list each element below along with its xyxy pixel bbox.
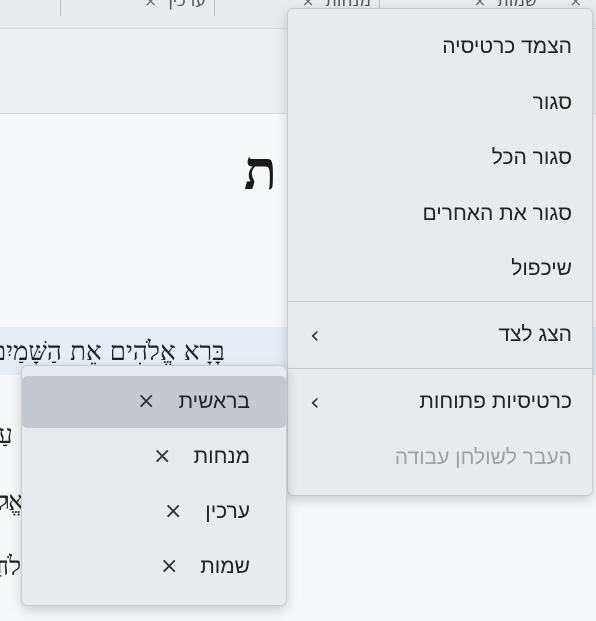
open-tab-label: מנחות (193, 445, 250, 468)
menu-separator (288, 301, 592, 302)
verse-line: עַ (0, 420, 13, 450)
menu-item-label: הצמד כרטיסיה (442, 35, 572, 58)
menu-item-close-others[interactable]: סגור את האחרים (288, 189, 592, 239)
close-icon[interactable]: × (153, 431, 171, 483)
menu-item-close-all[interactable]: סגור הכל (288, 133, 592, 183)
page-title: ת (244, 138, 277, 202)
menu-item-duplicate[interactable]: שיכפול (288, 244, 592, 294)
open-tabs-submenu: בראשית × מנחות × ערכין × שמות × (21, 365, 287, 606)
menu-item-show-side[interactable]: הצג לצד ‹ (288, 310, 592, 360)
verse-line: בָּרָא אֱלֹהִים אֵת הַשָּׁמַיִם (0, 337, 225, 367)
close-icon[interactable]: × (160, 541, 178, 593)
menu-item-label: סגור את האחרים (422, 202, 572, 225)
open-tab-arachin[interactable]: ערכין × (22, 486, 286, 538)
verse-text: בָּרָא אֱלֹהִים אֵת הַשָּׁמַיִם (0, 337, 225, 367)
close-icon[interactable]: × (144, 0, 157, 10)
menu-item-label: שיכפול (511, 257, 572, 280)
open-tab-label: ערכין (205, 500, 250, 523)
open-tab-bereshit[interactable]: בראשית × (22, 376, 286, 428)
menu-item-label: כרטיסיות פתוחות (419, 390, 572, 413)
open-tab-label: בראשית (178, 390, 250, 413)
menu-item-label: הצג לצד (498, 323, 572, 346)
menu-item-label: העבר לשולחן עבודה (394, 446, 572, 469)
verse-text: עַ (0, 420, 13, 450)
chevron-left-icon: ‹ (310, 388, 320, 416)
menu-item-label: סגור (532, 91, 572, 114)
tab-arachin[interactable]: ערכין × (60, 0, 214, 16)
tab-context-menu: הצמד כרטיסיה סגור סגור הכל סגור את האחרי… (287, 8, 593, 496)
close-icon[interactable]: × (164, 486, 182, 538)
verse-line: וַ (0, 552, 2, 581)
verse-fragment: ר (0, 487, 10, 515)
open-tab-menachot[interactable]: מנחות × (22, 431, 286, 483)
verse-line: ר (0, 487, 10, 516)
menu-item-label: סגור הכל (491, 146, 572, 169)
menu-item-pin-tab[interactable]: הצמד כרטיסיה (288, 22, 592, 72)
open-tab-label: שמות (200, 555, 250, 578)
menu-separator (288, 368, 592, 369)
menu-item-move-to-workspace: העבר לשולחן עבודה (288, 433, 592, 483)
open-tab-shemot[interactable]: שמות × (22, 541, 286, 593)
tab-label: ערכין (168, 0, 206, 11)
chevron-left-icon: ‹ (310, 321, 320, 349)
close-icon[interactable]: × (137, 376, 155, 428)
menu-item-open-tabs[interactable]: כרטיסיות פתוחות ‹ (288, 377, 592, 427)
verse-fragment: וַ (0, 552, 2, 580)
menu-item-close[interactable]: סגור (288, 78, 592, 128)
